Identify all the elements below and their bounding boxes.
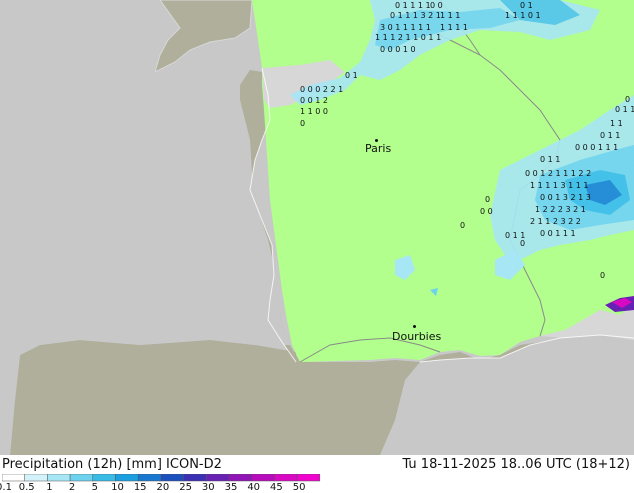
- legend-swatch: [206, 474, 230, 482]
- svg-text:0 0 0 2 2 1: 0 0 0 2 2 1: [300, 85, 343, 94]
- legend-swatch: [69, 474, 94, 482]
- legend-tick-label: 15: [133, 482, 147, 493]
- svg-text:1 1 1 2 1 1 0 1 1: 1 1 1 2 1 1 0 1 1: [375, 33, 441, 42]
- svg-text:0: 0: [520, 239, 525, 248]
- legend-swatch: [137, 474, 162, 482]
- legend-tick-label: 40: [247, 482, 261, 493]
- valid-time: Tu 18-11-2025 18..06 UTC (18+12): [402, 457, 630, 472]
- svg-text:0 1: 0 1: [520, 1, 533, 10]
- svg-text:2 1 1 2 3 2 2: 2 1 1 2 3 2 2: [530, 217, 581, 226]
- svg-text:0: 0: [600, 271, 605, 280]
- svg-text:0 0 1 2: 0 0 1 2: [300, 96, 328, 105]
- legend-swatch: [115, 474, 139, 482]
- legend-tick-label: 1: [46, 482, 53, 493]
- legend-swatch: [228, 474, 252, 482]
- svg-text:0 0 1 3 2 1 3: 0 0 1 3 2 1 3: [540, 193, 591, 202]
- svg-text:0 1: 0 1: [345, 71, 358, 80]
- legend-tick-label: 30: [201, 482, 215, 493]
- svg-text:1 1 0 0: 1 1 0 0: [300, 107, 328, 116]
- legend-swatch: [274, 474, 298, 482]
- svg-text:1 1 1 1: 1 1 1 1: [440, 23, 468, 32]
- svg-text:0 0 1 2 1 1 1 2 2: 0 0 1 2 1 1 1 2 2: [525, 169, 591, 178]
- svg-text:0: 0: [485, 195, 490, 204]
- svg-text:0: 0: [460, 221, 465, 230]
- city-label-paris: Paris: [365, 142, 392, 155]
- legend-tick-label: 20: [156, 482, 170, 493]
- svg-text:0 1 1: 0 1 1: [540, 155, 560, 164]
- precipitation-map: 0 1 1 1 1 0 0 0 1 0 1 1 1 3 2 1 1 1 1 1 …: [0, 0, 634, 455]
- map-footer: Precipitation (12h) [mm] ICON-D2 Tu 18-1…: [0, 455, 634, 493]
- legend-tick-label: 0.5: [18, 482, 35, 493]
- legend-tick-label: 10: [111, 482, 124, 493]
- legend-tick-label: 35: [224, 482, 238, 493]
- legend-swatch: [24, 474, 48, 482]
- svg-text:0: 0: [625, 95, 630, 104]
- legend-tick-label: 0.1: [0, 482, 12, 493]
- map-title: Precipitation (12h) [mm] ICON-D2: [2, 457, 222, 472]
- svg-text:1 1: 1 1: [610, 119, 623, 128]
- svg-text:0 0: 0 0: [480, 207, 493, 216]
- map-view: 0 1 1 1 1 0 0 0 1 0 1 1 1 3 2 1 1 1 1 1 …: [0, 0, 634, 493]
- svg-text:0 0: 0 0: [430, 1, 443, 10]
- svg-text:1 1 1 0 1: 1 1 1 0 1: [505, 11, 541, 20]
- legend-tick-label: 50: [292, 482, 306, 493]
- legend-swatch: [47, 474, 71, 482]
- legend-swatch: [92, 474, 116, 482]
- legend-tick-label: 5: [91, 482, 98, 493]
- legend-swatch: [296, 474, 321, 482]
- svg-text:0 1 1 1 1: 0 1 1 1 1: [395, 1, 431, 10]
- svg-text:0 0 0 1 1 1: 0 0 0 1 1 1: [575, 143, 618, 152]
- legend-swatch: [251, 474, 275, 482]
- dourbies-marker: [413, 325, 416, 328]
- svg-text:0 1 1 1 3 2 1: 0 1 1 1 3 2 1: [390, 11, 441, 20]
- svg-text:0 1 1: 0 1 1: [600, 131, 620, 140]
- color-legend: 0.10.5125101520253035404550: [0, 474, 330, 493]
- legend-tick-label: 45: [270, 482, 283, 493]
- legend-tick-label: 2: [68, 482, 76, 493]
- svg-text:0: 0: [300, 119, 305, 128]
- city-label-dourbies: Dourbies: [392, 330, 442, 343]
- svg-text:1 1 1 1 3 1 1 1: 1 1 1 1 3 1 1 1: [530, 181, 589, 190]
- svg-text:0 0 0 1 0: 0 0 0 1 0: [380, 45, 416, 54]
- svg-text:1 1 1: 1 1 1: [440, 11, 460, 20]
- svg-text:3 0 1 1 1 1 1: 3 0 1 1 1 1 1: [380, 23, 431, 32]
- legend-colorbar: [2, 474, 321, 482]
- legend-swatch: [183, 474, 207, 482]
- legend-swatch: [2, 474, 25, 482]
- legend-tick-label: 25: [179, 482, 192, 493]
- svg-text:0 0 1 1 1: 0 0 1 1 1: [540, 229, 576, 238]
- svg-text:0 1 1: 0 1 1: [615, 105, 634, 114]
- svg-text:1 2 2 2 3 2 1: 1 2 2 2 3 2 1: [535, 205, 586, 214]
- legend-swatch: [160, 474, 184, 482]
